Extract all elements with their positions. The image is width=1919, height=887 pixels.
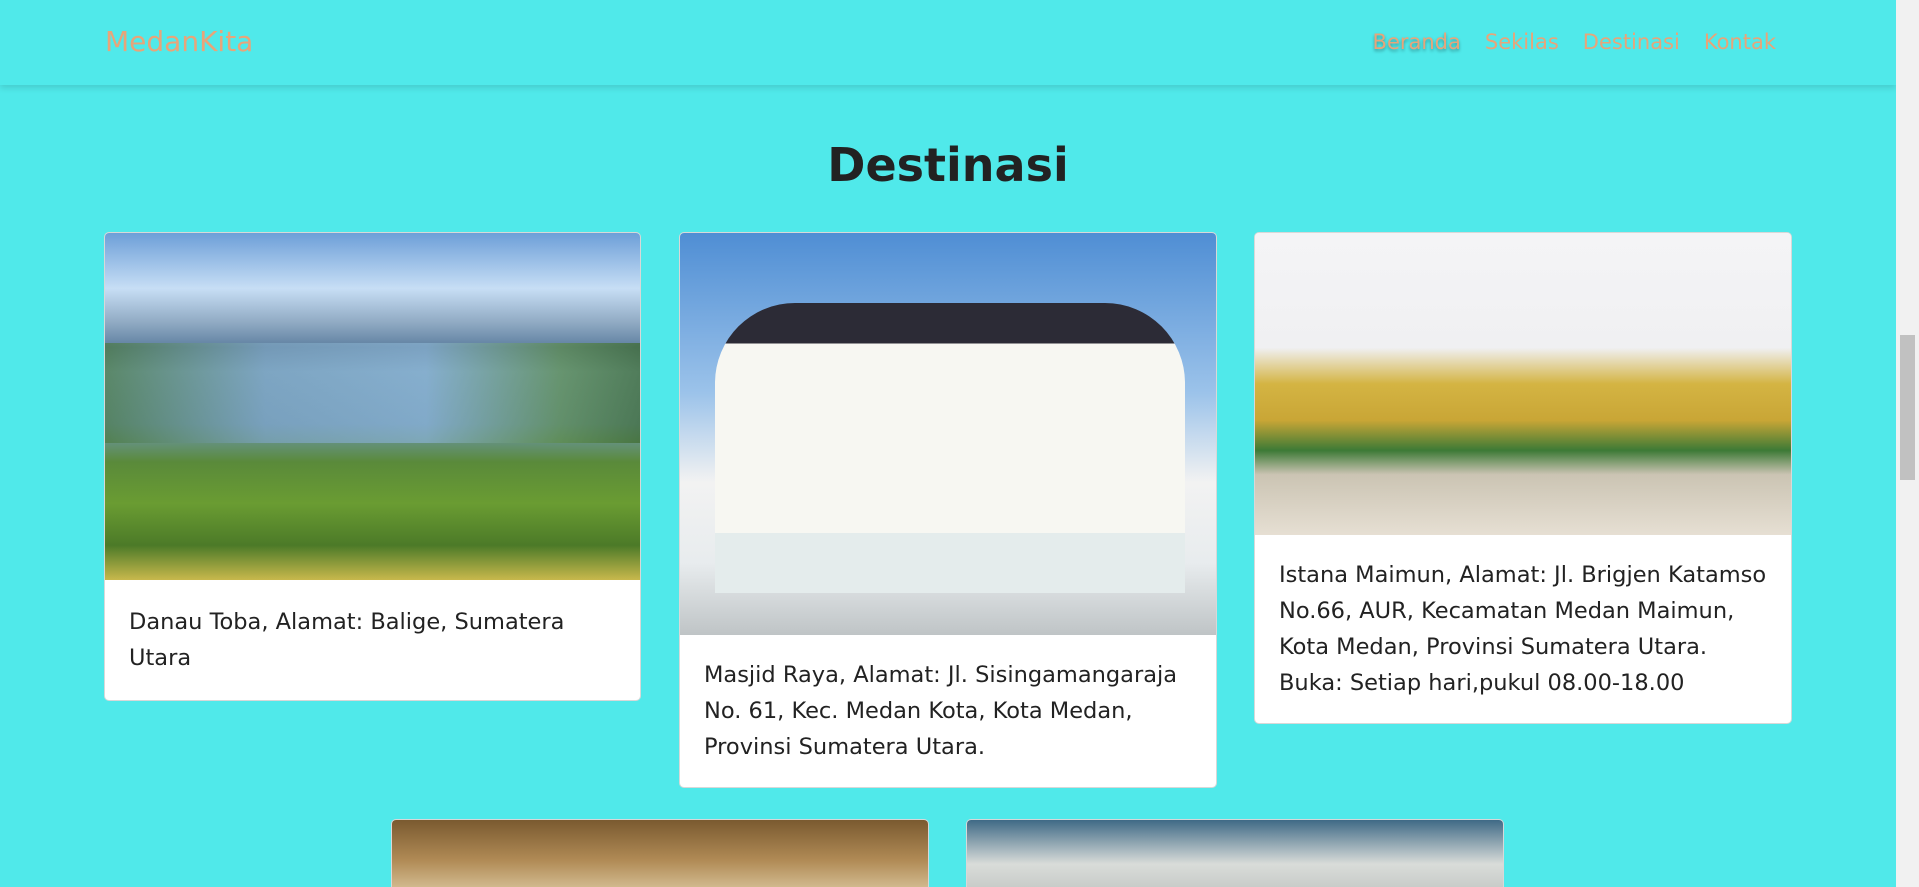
destination-card-cave bbox=[966, 819, 1504, 887]
brand-logo-link[interactable]: MedanKita bbox=[105, 25, 253, 58]
nav-links: Beranda Sekilas Destinasi Kontak bbox=[1373, 30, 1776, 54]
card-body: Danau Toba, Alamat: Balige, Sumatera Uta… bbox=[105, 580, 640, 700]
nav-link-kontak[interactable]: Kontak bbox=[1704, 30, 1776, 54]
nav-link-destinasi[interactable]: Destinasi bbox=[1583, 30, 1680, 54]
danau-toba-image bbox=[105, 233, 640, 580]
scrollbar-thumb[interactable] bbox=[1900, 335, 1915, 480]
section-title: Destinasi bbox=[827, 138, 1069, 192]
nav-link-sekilas[interactable]: Sekilas bbox=[1485, 30, 1559, 54]
navbar: MedanKita Beranda Sekilas Destinasi Kont… bbox=[0, 0, 1896, 85]
cave-image bbox=[967, 820, 1503, 887]
card-text: Masjid Raya, Alamat: Jl. Sisingamangaraj… bbox=[704, 662, 1178, 760]
destination-card-danau-toba: Danau Toba, Alamat: Balige, Sumatera Uta… bbox=[104, 232, 641, 701]
card-opening-hours: Buka: Setiap hari,pukul 08.00-18.00 bbox=[1279, 670, 1685, 696]
card-text: Istana Maimun, Alamat: Jl. Brigjen Katam… bbox=[1279, 562, 1767, 660]
interior-image bbox=[392, 820, 928, 887]
destination-card-istana-maimun: Istana Maimun, Alamat: Jl. Brigjen Katam… bbox=[1254, 232, 1792, 724]
nav-link-beranda[interactable]: Beranda bbox=[1373, 30, 1461, 54]
vertical-scrollbar[interactable] bbox=[1896, 0, 1919, 887]
destination-card-interior bbox=[391, 819, 929, 887]
istana-maimun-image bbox=[1255, 233, 1791, 535]
destination-card-masjid-raya: Masjid Raya, Alamat: Jl. Sisingamangaraj… bbox=[679, 232, 1217, 788]
masjid-raya-image bbox=[680, 233, 1216, 635]
card-body: Masjid Raya, Alamat: Jl. Sisingamangaraj… bbox=[680, 635, 1216, 787]
page: MedanKita Beranda Sekilas Destinasi Kont… bbox=[0, 0, 1896, 887]
card-text: Danau Toba, Alamat: Balige, Sumatera Uta… bbox=[129, 609, 565, 671]
card-body: Istana Maimun, Alamat: Jl. Brigjen Katam… bbox=[1255, 535, 1791, 723]
